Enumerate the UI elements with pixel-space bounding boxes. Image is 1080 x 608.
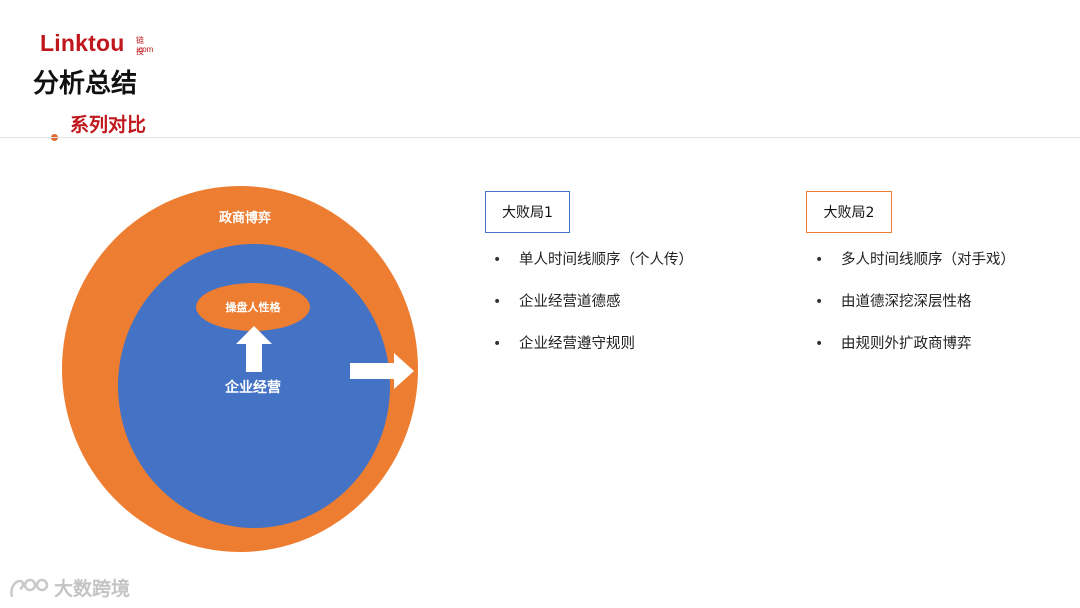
logo-suffix: .com: [136, 45, 154, 54]
list-item: 单人时间线顺序（个人传）: [493, 250, 693, 292]
watermark-text: 大数跨境: [54, 578, 131, 600]
header-divider: [0, 137, 1080, 138]
list-item: 企业经营遵守规则: [493, 334, 693, 376]
inner-circle-label: 企业经营: [225, 380, 281, 396]
outer-circle-label: 政商博弈: [218, 211, 271, 226]
section-subtitle: 系列对比: [70, 114, 147, 136]
page-title: 分析总结: [33, 69, 138, 99]
right-arrow-icon: [350, 353, 414, 389]
logo-wordmark: Linktou: [40, 30, 125, 56]
personality-oval: 操盘人性格: [196, 283, 310, 331]
list-item: 多人时间线顺序（对手戏）: [815, 250, 1015, 292]
up-arrow-icon: [236, 326, 272, 372]
watermark: 大数跨境: [8, 574, 130, 601]
column-1-list: 单人时间线顺序（个人传） 企业经营道德感 企业经营遵守规则: [493, 250, 693, 376]
column-header-1: 大败局1: [485, 191, 570, 233]
list-item: 由规则外扩政商博弈: [815, 334, 1015, 376]
watermark-logo-icon: [10, 578, 49, 597]
column-header-2: 大败局2: [806, 191, 892, 233]
oval-label: 操盘人性格: [225, 301, 281, 314]
list-item: 企业经营道德感: [493, 292, 693, 334]
column-2-list: 多人时间线顺序（对手戏） 由道德深挖深层性格 由规则外扩政商博弈: [815, 250, 1015, 376]
list-item: 由道德深挖深层性格: [815, 292, 1015, 334]
